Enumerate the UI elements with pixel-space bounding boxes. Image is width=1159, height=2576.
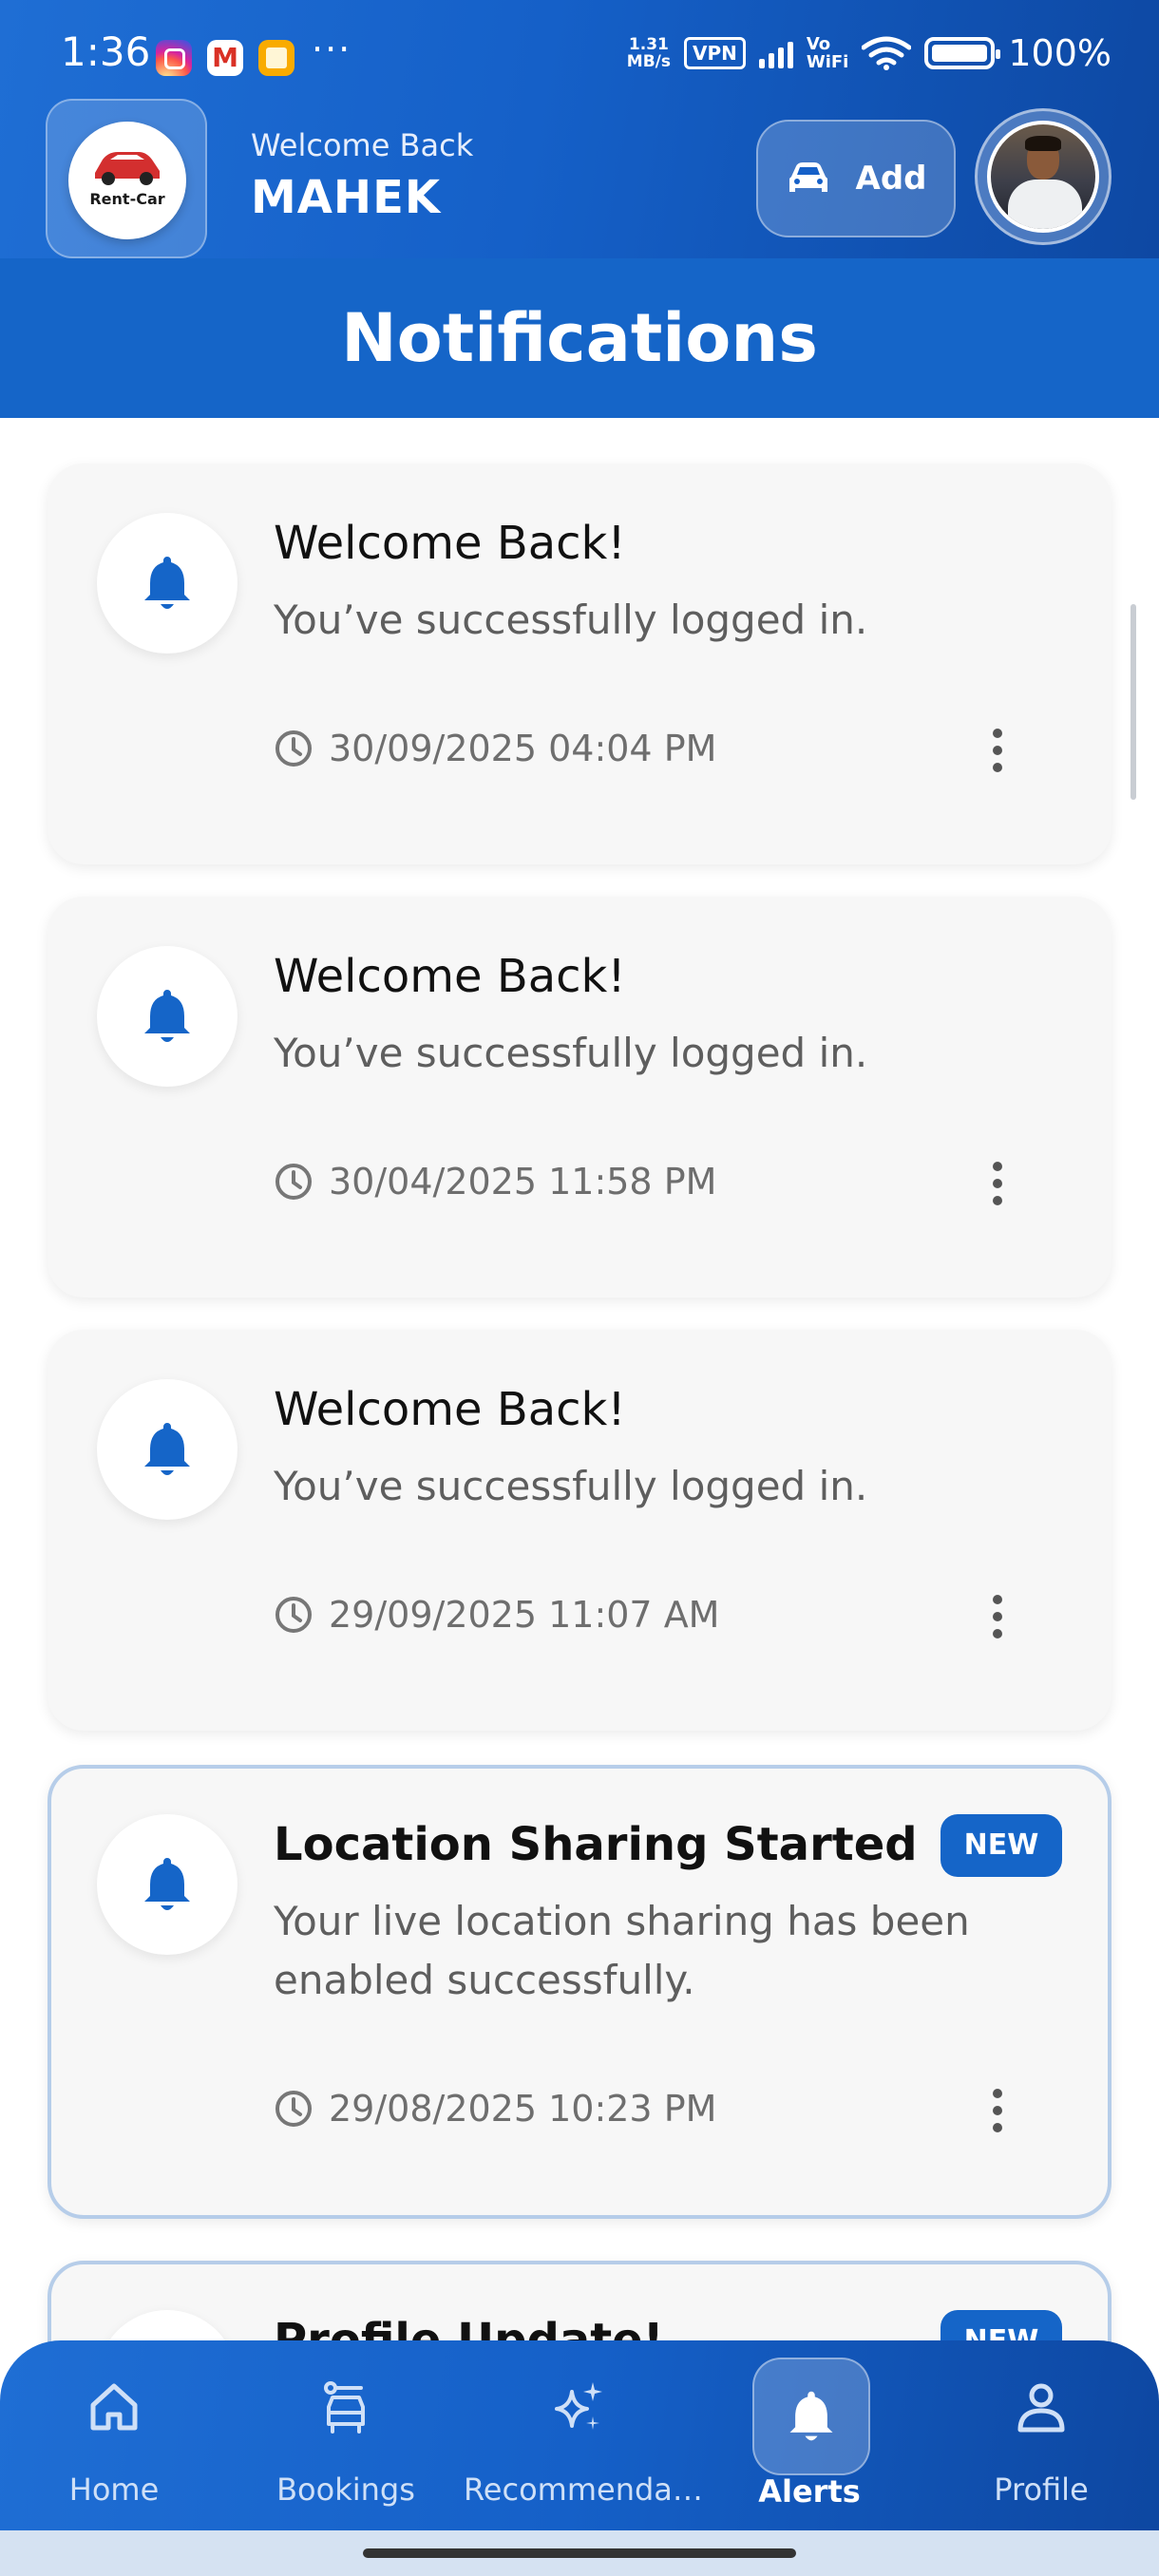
status-indicators: 1.31 MB/s VPN Vo WiFi 100% — [627, 32, 1112, 74]
notification-card[interactable]: Welcome Back! You’ve successfully logged… — [48, 464, 1112, 864]
instagram-icon — [156, 40, 192, 76]
notification-timestamp: 29/08/2025 10:23 PM — [274, 2088, 716, 2130]
add-button-label: Add — [855, 160, 927, 198]
notification-timestamp: 30/09/2025 04:04 PM — [274, 728, 716, 769]
notification-timestamp: 30/04/2025 11:58 PM — [274, 1161, 716, 1203]
logo-text: Rent-Car — [89, 190, 165, 208]
app-logo[interactable]: Rent-Car — [46, 99, 207, 258]
notification-message: Your live location sharing has been enab… — [274, 1898, 970, 2003]
clock-icon — [276, 1164, 312, 1200]
more-notifications-icon: ··· — [312, 28, 352, 70]
notification-list[interactable]: Welcome Back! You’ve successfully logged… — [0, 418, 1159, 2344]
notification-message: You’ve successfully logged in. — [274, 597, 868, 643]
home-icon — [90, 2383, 138, 2431]
notification-card-new[interactable]: Profile Update! NEW — [48, 2261, 1112, 2344]
more-options-icon[interactable] — [978, 1155, 1016, 1212]
notification-icon-circle — [97, 2310, 238, 2344]
notification-icon-circle — [97, 1814, 238, 1955]
nav-item-profile[interactable]: Profile — [927, 2340, 1155, 2530]
bottom-nav: Home Bookings Recommenda… Alerts Profile — [0, 2340, 1159, 2530]
nav-label-bookings: Bookings — [276, 2472, 415, 2508]
avatar[interactable] — [975, 108, 1112, 245]
notification-card-new[interactable]: Location Sharing Started NEW Your live l… — [48, 1765, 1112, 2219]
battery-icon — [924, 37, 1001, 69]
bell-icon — [144, 1858, 190, 1910]
cellular-signal-icon — [758, 38, 793, 68]
new-badge: NEW — [940, 2310, 1062, 2344]
bell-icon — [144, 1423, 190, 1475]
sparkle-icon — [555, 2382, 602, 2430]
nav-item-alerts[interactable]: Alerts — [695, 2340, 923, 2530]
status-bar: 1:36 M ··· 1.31 MB/s VPN Vo WiFi 100% — [0, 0, 1159, 104]
notification-icon-circle — [97, 513, 238, 653]
notification-title: Location Sharing Started — [274, 1818, 918, 1871]
status-time: 1:36 — [61, 28, 151, 75]
clock-icon — [276, 730, 312, 767]
app-header: 1:36 M ··· 1.31 MB/s VPN Vo WiFi 100% Re… — [0, 0, 1159, 418]
scrollbar[interactable] — [1130, 604, 1136, 800]
notification-title: Welcome Back! — [274, 950, 626, 1003]
notification-icon-circle — [97, 1379, 238, 1520]
notification-title: Welcome Back! — [274, 517, 626, 570]
page-title: Notifications — [0, 258, 1159, 418]
user-name: MAHEK — [251, 171, 442, 224]
more-options-icon[interactable] — [978, 1588, 1016, 1645]
more-options-icon[interactable] — [978, 722, 1016, 779]
network-speed: 1.31 MB/s — [626, 35, 671, 71]
new-badge: NEW — [940, 1814, 1062, 1877]
avatar-photo — [987, 121, 1099, 233]
notification-message: You’ve successfully logged in. — [274, 1030, 868, 1076]
bell-icon — [789, 2391, 833, 2441]
logo-badge: Rent-Car — [68, 122, 186, 239]
battery-percent: 100% — [1008, 32, 1112, 74]
notification-icon-circle — [97, 946, 238, 1087]
clock-icon — [276, 1597, 312, 1633]
add-car-button[interactable]: Add — [756, 120, 956, 237]
notes-app-icon — [258, 40, 294, 76]
home-gesture-bar[interactable] — [363, 2548, 796, 2558]
nav-item-recommendations[interactable]: Recommenda… — [464, 2340, 703, 2530]
notification-title: Welcome Back! — [274, 1383, 626, 1436]
car-logo-icon — [95, 152, 160, 185]
notification-timestamp: 29/09/2025 11:07 AM — [274, 1594, 719, 1636]
nav-label-profile: Profile — [994, 2472, 1089, 2508]
clock-icon — [276, 2091, 312, 2127]
welcome-subtitle: Welcome Back — [251, 127, 474, 163]
car-seat-icon — [324, 2381, 365, 2434]
wifi-icon — [862, 36, 912, 70]
nav-label-recommendations: Recommenda… — [464, 2472, 703, 2508]
person-icon — [1017, 2383, 1065, 2433]
bell-icon — [144, 557, 190, 609]
nav-item-bookings[interactable]: Bookings — [232, 2340, 460, 2530]
gmail-icon: M — [207, 40, 243, 76]
notification-card[interactable]: Welcome Back! You’ve successfully logged… — [48, 1330, 1112, 1731]
notification-card[interactable]: Welcome Back! You’ve successfully logged… — [48, 897, 1112, 1297]
car-icon — [788, 162, 827, 192]
notification-message: You’ve successfully logged in. — [274, 1463, 868, 1509]
bell-icon — [144, 990, 190, 1042]
nav-item-home[interactable]: Home — [0, 2340, 228, 2530]
more-options-icon[interactable] — [978, 2082, 1016, 2139]
nav-label-alerts: Alerts — [758, 2473, 861, 2510]
vpn-icon: VPN — [683, 37, 746, 69]
vowifi-icon: Vo WiFi — [806, 34, 849, 72]
nav-label-home: Home — [68, 2472, 160, 2508]
